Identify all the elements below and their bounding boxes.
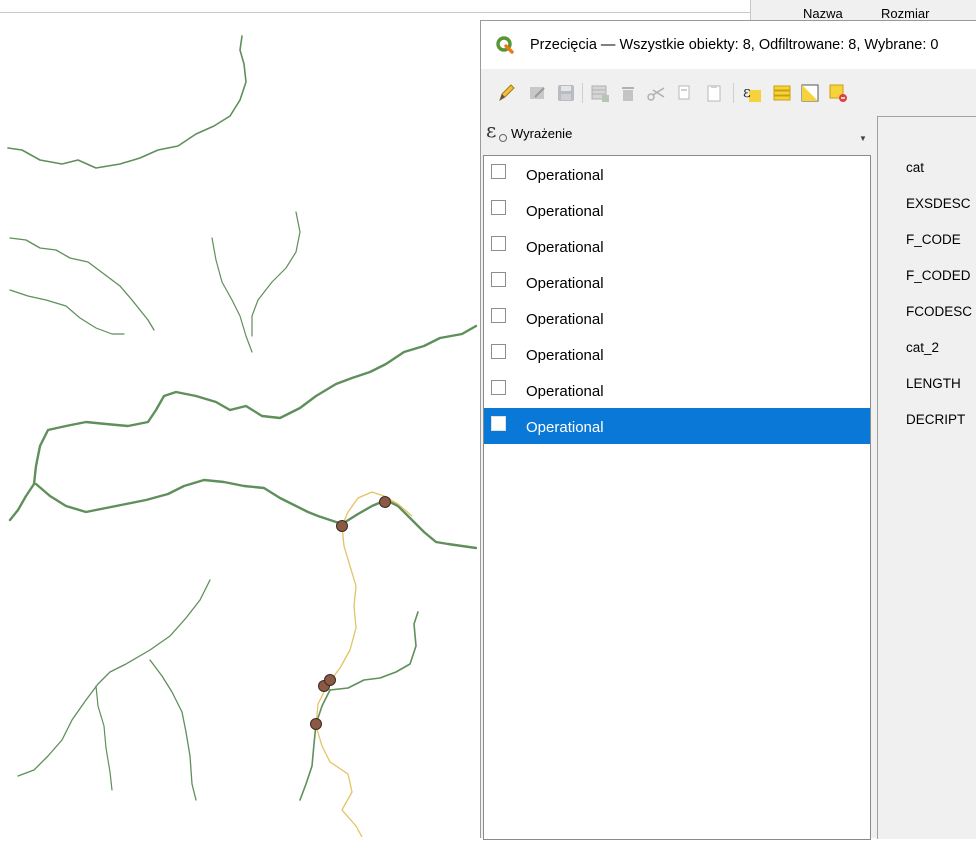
form-field-label: DECRIPT: [906, 412, 966, 427]
feature-label: Operational: [526, 347, 604, 364]
select-by-expression-icon[interactable]: ε: [741, 82, 763, 104]
river-line: [211, 237, 253, 353]
intersection-point: [310, 718, 322, 730]
feature-label: Operational: [526, 275, 604, 292]
select-all-icon[interactable]: [771, 82, 793, 104]
attribute-table-window[interactable]: Przecięcia — Wszystkie obiekty: 8, Odfil…: [480, 20, 976, 840]
feature-label: Operational: [526, 239, 604, 256]
feature-checkbox[interactable]: [491, 344, 506, 359]
feature-label: Operational: [526, 311, 604, 328]
form-field-label: LENGTH: [906, 376, 961, 391]
river-line: [7, 35, 247, 169]
river-line: [17, 579, 211, 777]
feature-label: Operational: [526, 383, 604, 400]
save-edits-icon[interactable]: [555, 82, 577, 104]
feature-list-item[interactable]: Operational: [484, 372, 870, 408]
feature-checkbox[interactable]: [491, 380, 506, 395]
river-line: [329, 611, 419, 691]
expression-filter-dropdown[interactable]: ε Wyrażenie ▼: [481, 116, 873, 154]
toggle-edit-pencil-icon[interactable]: [495, 82, 517, 104]
window-title: Przecięcia — Wszystkie obiekty: 8, Odfil…: [530, 37, 939, 53]
intersection-point: [336, 520, 348, 532]
epsilon-icon: ε: [486, 118, 497, 142]
feature-list-item[interactable]: Operational: [484, 156, 870, 192]
feature-label: Operational: [526, 203, 604, 220]
feature-list-item[interactable]: Operational: [484, 264, 870, 300]
intersection-point: [379, 496, 391, 508]
river-line: [149, 659, 197, 801]
toolbar-separator: [733, 83, 734, 103]
form-field-label: F_CODE: [906, 232, 961, 247]
river-line: [251, 211, 301, 337]
feature-checkbox[interactable]: [491, 200, 506, 215]
copy-icon[interactable]: [673, 82, 695, 104]
river-line: [9, 237, 155, 331]
feature-label: Operational: [526, 419, 604, 436]
river-line: [95, 685, 113, 791]
qgis-logo-icon: [496, 36, 514, 54]
feature-list-item[interactable]: Operational: [484, 300, 870, 336]
feature-label: Operational: [526, 167, 604, 184]
window-titlebar[interactable]: Przecięcia — Wszystkie obiekty: 8, Odfil…: [481, 21, 976, 69]
form-field-label: F_CODED: [906, 268, 971, 283]
river-line: [299, 689, 331, 801]
feature-list-item[interactable]: Operational: [484, 336, 870, 372]
add-feature-icon[interactable]: [589, 82, 611, 104]
toolbar-separator: [582, 83, 583, 103]
feature-list-item[interactable]: Operational: [484, 228, 870, 264]
attribute-toolbar: ε: [481, 69, 976, 115]
form-field-label: FCODESC: [906, 304, 973, 319]
feature-checkbox[interactable]: [491, 272, 506, 287]
cut-icon[interactable]: [645, 82, 667, 104]
feature-list[interactable]: Operational Operational Operational Operati…: [483, 155, 871, 840]
deselect-all-icon[interactable]: [827, 82, 849, 104]
browser-panel-header: Nazwa Rozmiar: [750, 0, 976, 20]
feature-list-item[interactable]: Operational: [484, 408, 870, 444]
feature-checkbox[interactable]: [491, 308, 506, 323]
river-line: [9, 289, 125, 335]
multi-edit-icon[interactable]: [527, 82, 549, 104]
feature-checkbox[interactable]: [491, 416, 506, 431]
intersection-point: [324, 674, 336, 686]
form-field-label: cat: [906, 160, 925, 175]
attribute-form-panel: cat EXSDESC F_CODE F_CODED FCODESC cat_2 LENGT…: [877, 116, 976, 839]
delete-feature-icon[interactable]: [617, 82, 639, 104]
feature-checkbox[interactable]: [491, 164, 506, 179]
feature-list-item[interactable]: Operational: [484, 192, 870, 228]
river-line: [8, 324, 478, 522]
invert-selection-icon[interactable]: [799, 82, 821, 104]
svg-text:ε: ε: [743, 83, 751, 101]
paste-icon[interactable]: [703, 82, 725, 104]
column-header-size: Rozmiar: [881, 6, 930, 20]
dropdown-arrow-icon[interactable]: ▼: [859, 134, 867, 143]
form-field-label: cat_2: [906, 340, 940, 355]
epsilon-search-mark: [499, 134, 507, 142]
column-header-name: Nazwa: [803, 6, 843, 20]
feature-checkbox[interactable]: [491, 236, 506, 251]
form-field-label: EXSDESC: [906, 196, 971, 211]
expression-label: Wyrażenie: [511, 126, 573, 141]
